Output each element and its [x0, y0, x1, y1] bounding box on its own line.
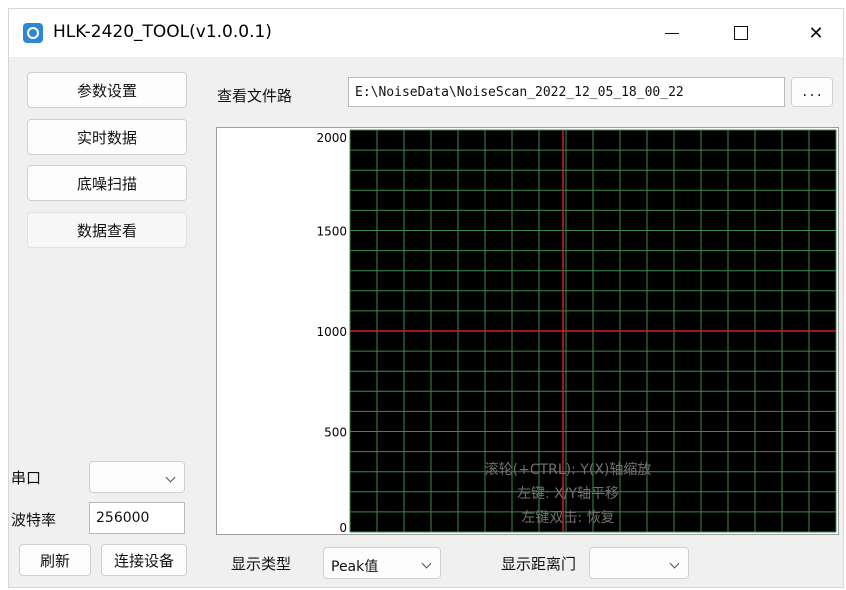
plot-hint-text: 左键双击: 恢复: [521, 509, 614, 526]
y-tick-label: 0: [339, 521, 347, 534]
display-type-value: Peak值: [331, 559, 379, 575]
minimize-icon: [665, 32, 679, 34]
file-path-input[interactable]: E:\NoiseData\NoiseScan_2022_12_05_18_00_…: [348, 77, 785, 107]
sidebar-item-noise-scan[interactable]: 底噪扫描: [27, 165, 187, 201]
maximize-button[interactable]: [718, 17, 764, 49]
title-bar: HLK-2420_TOOL(v1.0.0.1) ✕: [9, 9, 843, 57]
chevron-down-icon: [421, 558, 432, 569]
sidebar-item-label: 参数设置: [76, 81, 137, 100]
browse-label: ...: [801, 85, 823, 99]
serial-port-select[interactable]: [89, 461, 185, 493]
sidebar-item-label: 实时数据: [76, 128, 137, 147]
y-tick-label: 1000: [316, 325, 347, 339]
y-tick-label: 2000: [316, 131, 347, 145]
refresh-label: 刷新: [39, 551, 70, 570]
sidebar-item-data-view[interactable]: 数据查看: [27, 212, 187, 248]
connect-device-button[interactable]: 连接设备: [101, 544, 187, 576]
window-title: HLK-2420_TOOL(v1.0.0.1): [53, 22, 272, 42]
refresh-button[interactable]: 刷新: [19, 544, 91, 576]
plot-hint-text: 左键: X/Y轴平移: [517, 486, 619, 502]
connect-label: 连接设备: [113, 551, 174, 570]
display-type-select[interactable]: Peak值: [323, 547, 441, 579]
file-path-label: 查看文件路: [217, 87, 293, 105]
plot-canvas[interactable]: 2000 1500 1000 500 0 滚轮(+CTRL): Y(X)轴缩放左键: X/…: [217, 128, 838, 534]
y-tick-label: 1500: [316, 225, 347, 239]
browse-button[interactable]: ...: [791, 77, 833, 107]
noise-plot[interactable]: 2000 1500 1000 500 0 滚轮(+CTRL): Y(X)轴缩放 左键: X/…: [216, 127, 839, 535]
baud-rate-input[interactable]: 256000: [89, 502, 185, 534]
baud-rate-value: 256000: [96, 510, 150, 526]
file-path-value: E:\NoiseData\NoiseScan_2022_12_05_18_00_…: [355, 84, 684, 100]
display-type-label: 显示类型: [231, 555, 292, 573]
sidebar-item-params[interactable]: 参数设置: [27, 72, 187, 108]
close-icon: ✕: [808, 22, 824, 44]
sidebar-item-label: 底噪扫描: [76, 174, 137, 193]
minimize-button[interactable]: [649, 17, 695, 49]
sidebar-item-realtime[interactable]: 实时数据: [27, 119, 187, 155]
distance-gate-select[interactable]: [589, 547, 689, 579]
y-tick-label: 500: [324, 426, 347, 440]
app-window: HLK-2420_TOOL(v1.0.0.1) ✕ 参数设置 实时数据 底噪扫描…: [8, 8, 844, 588]
sidebar-item-label: 数据查看: [76, 221, 137, 240]
app-icon: [23, 23, 43, 43]
chevron-down-icon: [165, 472, 176, 483]
distance-gate-label: 显示距离门: [501, 555, 577, 573]
chevron-down-icon: [669, 558, 680, 569]
close-button[interactable]: ✕: [793, 17, 839, 49]
serial-port-label: 串口: [11, 469, 42, 487]
plot-hint-text: 滚轮(+CTRL): Y(X)轴缩放: [485, 461, 652, 478]
baud-rate-label: 波特率: [11, 511, 57, 529]
maximize-icon: [734, 26, 748, 40]
